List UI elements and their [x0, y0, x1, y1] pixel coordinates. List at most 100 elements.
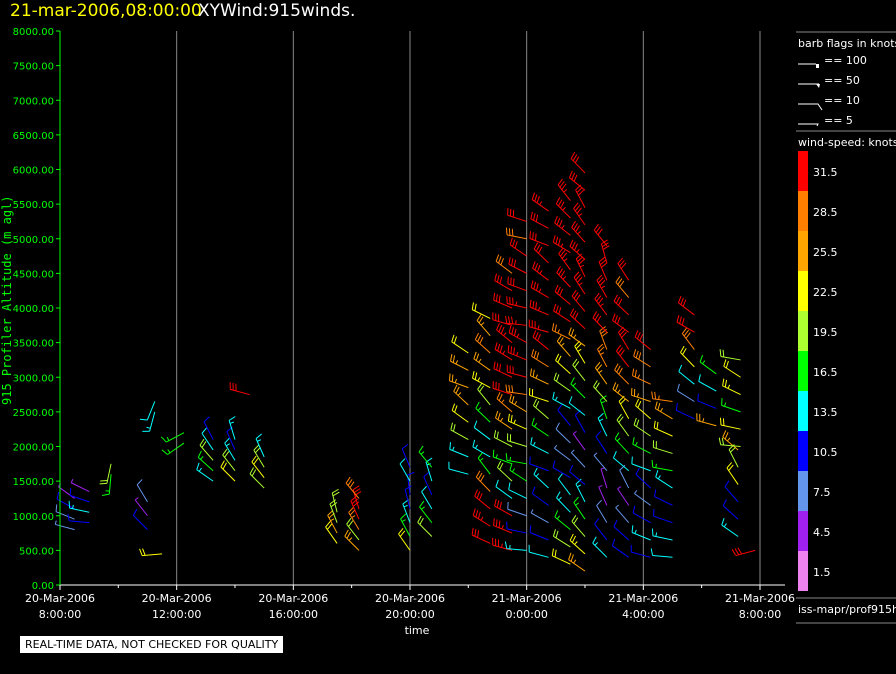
barb-full — [474, 332, 479, 340]
barb-full — [451, 334, 455, 342]
barb-shaft — [529, 463, 549, 472]
barb-full — [419, 500, 425, 508]
barb-full — [651, 391, 654, 399]
barb-full — [558, 307, 562, 315]
barb-shaft — [652, 555, 673, 558]
barb-full — [616, 365, 621, 373]
barb-full — [449, 442, 452, 450]
barb-full — [554, 216, 558, 224]
wind-barb — [506, 364, 527, 378]
barb-full — [453, 384, 458, 392]
barb-full — [407, 471, 415, 476]
barb-shaft — [555, 203, 571, 219]
barb-full — [345, 476, 351, 484]
y-tick-label: 4500.00 — [13, 269, 54, 280]
barb-full — [472, 371, 475, 379]
barb-full — [471, 527, 474, 536]
barb-full — [479, 336, 484, 344]
barb-full — [480, 474, 485, 482]
wind-barb — [593, 223, 608, 246]
barb-full — [496, 500, 500, 508]
wind-barb — [509, 394, 527, 413]
barb-shaft — [421, 491, 433, 510]
x-axis-label: time — [405, 624, 430, 637]
barb-full — [570, 377, 575, 385]
barb-full — [419, 517, 424, 525]
wind-barb — [722, 430, 739, 451]
barb-half — [658, 395, 660, 400]
barb-full — [532, 369, 535, 378]
barb-full — [569, 308, 575, 316]
barb-shaft — [473, 358, 491, 371]
barb-full — [675, 403, 678, 411]
barb-full — [505, 227, 508, 235]
barb-half — [420, 451, 425, 455]
wind-barb — [719, 349, 741, 361]
barb-shaft — [530, 512, 549, 524]
barb-full — [571, 172, 576, 180]
wind-barb — [699, 355, 717, 375]
barb-half — [515, 301, 518, 306]
barb-full — [498, 325, 503, 333]
barb-full — [678, 364, 683, 372]
barb-half — [637, 374, 641, 379]
barb-half — [225, 443, 230, 447]
wind-barb — [611, 538, 630, 558]
barb-full — [554, 324, 557, 332]
colorbar-label: 25.5 — [813, 246, 838, 259]
wind-barb — [203, 416, 214, 440]
wind-barb — [507, 276, 527, 292]
wind-barb — [346, 518, 360, 541]
barb-full — [737, 547, 743, 555]
barb-full — [507, 413, 510, 422]
wind-barb — [451, 403, 469, 423]
barb-half — [537, 325, 540, 330]
barb-full — [400, 513, 407, 520]
barb-full — [556, 217, 561, 226]
wind-barb — [401, 443, 411, 468]
barb-full — [553, 303, 557, 312]
wind-barb — [473, 351, 491, 371]
barb-full — [635, 350, 639, 358]
barb-half — [70, 478, 74, 483]
y-tick-label: 1500.00 — [13, 477, 54, 488]
barb-full — [331, 488, 339, 494]
barb-half — [554, 396, 558, 401]
barb-full — [142, 548, 146, 556]
barb-full — [535, 214, 539, 222]
barb-shaft — [678, 371, 695, 385]
barb-full — [511, 228, 514, 237]
x-tick-label: 0:00:00 — [505, 608, 547, 621]
barb-half — [501, 399, 505, 404]
barb-full — [508, 325, 512, 334]
wind-barb — [696, 413, 717, 427]
barb-full — [681, 318, 685, 326]
barb-full — [557, 472, 564, 480]
barb-full — [555, 305, 559, 313]
wind-barb — [493, 292, 513, 309]
barb-full — [557, 403, 563, 411]
barb-full — [475, 470, 481, 478]
barb-shaft — [450, 429, 469, 441]
x-tick-label: 20-Mar-2006 — [25, 592, 95, 605]
colorbar-label: 28.5 — [813, 206, 838, 219]
wind-barb — [653, 420, 673, 437]
barb-half — [514, 400, 518, 405]
barb-full — [570, 152, 576, 159]
barb-full — [509, 394, 512, 402]
barb-full — [637, 400, 642, 408]
wind-barb — [494, 273, 513, 292]
wind-barb — [532, 261, 549, 281]
y-axis-label: 915 Profiler Altitude (m agl) — [0, 195, 14, 405]
wind-barb — [529, 368, 549, 385]
barb-half — [598, 485, 603, 488]
barb-shaft — [425, 461, 433, 482]
barb-full — [533, 242, 539, 250]
barb-full — [56, 491, 60, 500]
barb-full — [532, 261, 536, 269]
wind-barb — [220, 460, 236, 482]
barb-full — [495, 479, 499, 487]
barb-full — [555, 422, 560, 430]
barb-full — [573, 517, 579, 524]
x-tick-label: 20-Mar-2006 — [258, 592, 328, 605]
